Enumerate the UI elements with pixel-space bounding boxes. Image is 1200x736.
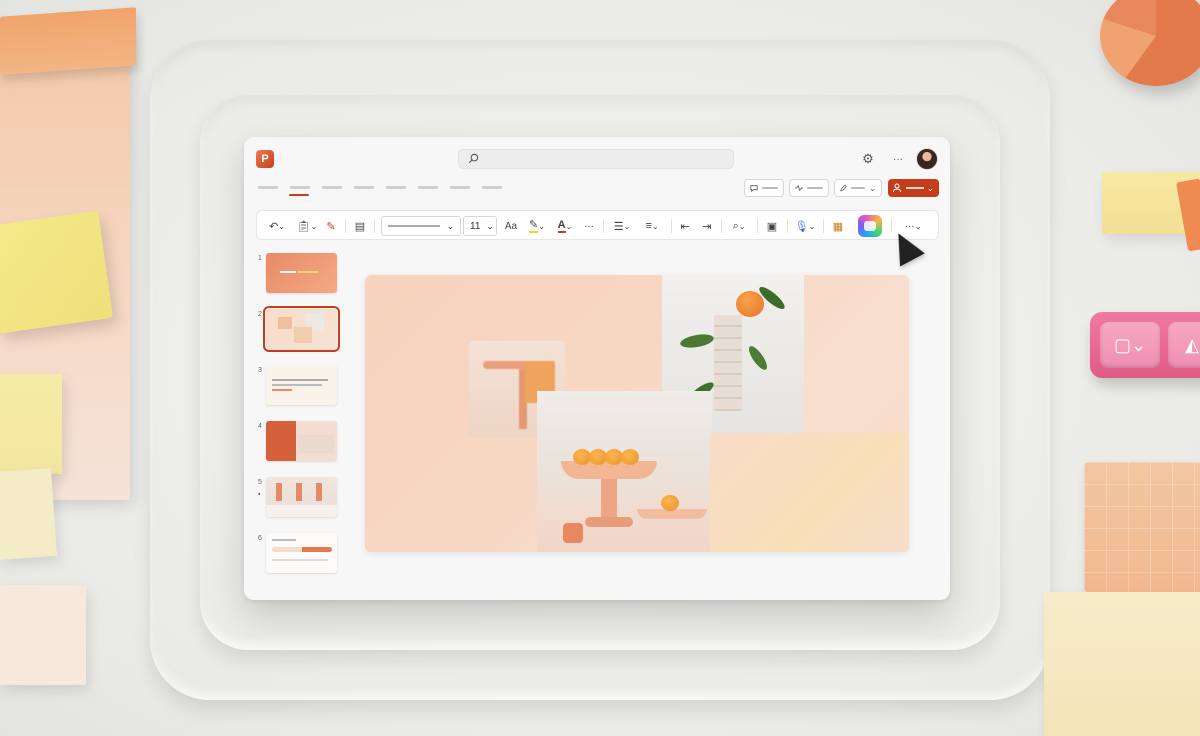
chevron-down-icon: ⌄ [486,220,494,231]
font-family-select[interactable]: ⌄ [381,216,461,236]
bullets-icon[interactable]: ☰ ⌄ [609,217,635,235]
avatar[interactable] [916,148,938,170]
undo-icon[interactable]: ↶ ⌄ [265,217,289,235]
slide-number: 6 [258,535,262,542]
highlighter-icon[interactable]: ✎ ⌄ [525,217,549,235]
slide-thumbnail[interactable] [266,533,337,573]
slide-gradient-block [710,433,909,552]
powerpoint-logo-icon: P [256,150,274,168]
align-icon[interactable]: ≡ ⌄ [639,217,665,235]
slide-thumbnail[interactable] [266,477,337,517]
ribbon-divider [345,219,346,233]
tab-transitions[interactable] [418,186,438,189]
font-size-value: 11 [470,220,481,232]
chevron-down-icon: ⌄ [927,183,934,193]
chevron-down-icon: ⌄ [446,220,454,231]
ribbon-divider [721,219,722,233]
ribbon-divider [603,219,604,233]
slide-thumbnail-pane: 1 2 3 4 5 ▪ 6 [256,253,340,583]
decor-paper [1044,592,1200,736]
powerpoint-window: P ⚙ ··· ⌄ ⌄ ↶ ⌄ 📋︎ ⌄ ✎ ▤ ⌄ 11 ⌄ Aa ✎ ⌄ A… [244,137,950,600]
decor-disc [1100,0,1200,86]
comments-button[interactable] [744,179,784,197]
pencil-icon [840,184,847,192]
microphone-icon[interactable]: 🎙︎ ⌄ [793,217,817,235]
comment-icon: ▪ [258,491,261,498]
font-size-select[interactable]: 11 ⌄ [463,216,497,236]
tab-home[interactable] [290,186,310,189]
tab-animations[interactable] [450,186,470,189]
designer-icon[interactable]: ▣ [763,217,781,235]
tab-design[interactable] [386,186,406,189]
tab-draw[interactable] [354,186,374,189]
decor-sticky-note [0,210,113,334]
activity-icon [795,184,803,192]
more-horizontal-icon[interactable]: ··· [581,217,597,235]
decor-paper [0,7,136,75]
ribbon-toolbar: ↶ ⌄ 📋︎ ⌄ ✎ ▤ ⌄ 11 ⌄ Aa ✎ ⌄ A ⌄ ··· ☰ ⌄ ≡ ⌄ ⇤ ⇥… [256,210,939,240]
gear-icon[interactable]: ⚙ [860,151,876,167]
slide-number: 4 [258,423,262,430]
chevron-down-icon: ⌄ [869,183,876,193]
decor-paper [0,468,57,560]
slide-thumbnail[interactable] [266,253,337,293]
font-size-icon[interactable]: Aa [503,217,519,235]
tab-insert[interactable] [322,186,342,189]
slide-thumbnail[interactable] [266,421,337,461]
slide-number: 5 [258,479,262,486]
clipboard-icon[interactable]: 📋︎ ⌄ [295,217,319,235]
decor-paper [0,374,62,474]
slide-number: 1 [258,255,262,262]
brush-icon[interactable]: ✎ [323,217,339,235]
tab-active-indicator [289,194,309,196]
decor-grid-paper [1084,462,1200,592]
comment-icon [750,184,758,192]
share-person-icon [893,183,901,193]
ribbon-divider [757,219,758,233]
slide-thumbnail[interactable] [266,365,337,405]
ribbon-divider [823,219,824,233]
add-ins-icon[interactable]: ▦ [829,217,847,235]
search-box[interactable] [458,149,734,169]
increase-indent-icon[interactable]: ⇥ [699,217,715,235]
find-icon[interactable]: ⌕ ⌄ [727,217,751,235]
decor-paper [0,585,86,685]
decrease-indent-icon[interactable]: ⇤ [677,217,693,235]
new-slide-icon[interactable]: ▤ [351,217,369,235]
decor-shapes-tray: ▢⌄ ◭ [1090,312,1200,378]
ribbon-divider [787,219,788,233]
shapes-icon: ▢⌄ [1100,322,1160,368]
ribbon-divider [374,219,375,233]
search-icon [468,153,479,164]
slide-number: 2 [258,311,262,318]
editing-mode-button[interactable]: ⌄ [834,179,882,197]
tab-file[interactable] [258,186,278,189]
ribbon-divider [671,219,672,233]
fill-bucket-icon: ◭ [1168,322,1200,368]
slide-number: 3 [258,367,262,374]
more-horizontal-icon[interactable]: ··· [890,151,906,167]
slide-thumbnail-selected[interactable] [263,306,340,352]
copilot-icon[interactable] [858,215,882,237]
tab-view[interactable] [482,186,502,189]
font-color-icon[interactable]: A ⌄ [553,217,577,235]
slide-image-bowls[interactable] [537,391,712,552]
ribbon-divider [891,219,892,233]
activity-button[interactable] [789,179,829,197]
slide-canvas[interactable] [365,275,909,552]
share-button[interactable]: ⌄ [888,179,939,197]
